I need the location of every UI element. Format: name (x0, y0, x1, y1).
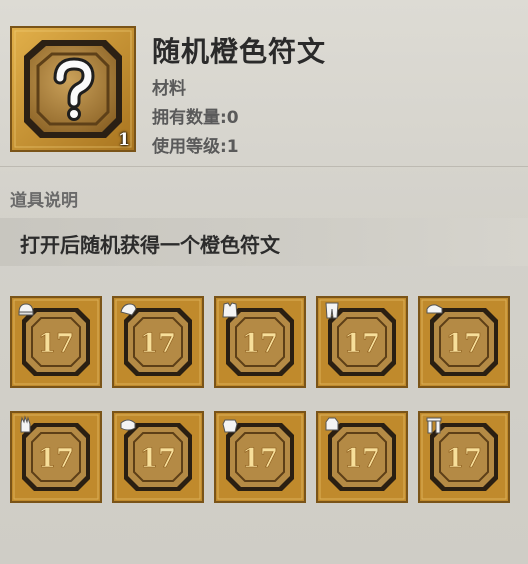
rune-slot[interactable]: 17 (10, 411, 102, 503)
pants-icon (322, 300, 342, 320)
description-label: 道具说明 (10, 191, 78, 211)
item-owned-count: 拥有数量:0 (152, 108, 239, 128)
rune-glyph: 17 (38, 444, 74, 474)
description-text: 打开后随机获得一个橙色符文 (20, 233, 280, 257)
helmet-icon (16, 300, 36, 320)
rune-glyph: 17 (38, 329, 74, 359)
rune-slot[interactable]: 17 (112, 411, 204, 503)
item-name: 随机橙色符文 (152, 35, 327, 68)
rune-slot[interactable]: 17 (316, 296, 408, 388)
rune-glyph: 17 (446, 444, 482, 474)
boots-icon (424, 300, 444, 320)
rune-slot[interactable]: 17 (214, 411, 306, 503)
item-category: 材料 (152, 79, 186, 99)
item-count: 1 (118, 130, 130, 150)
rune-grid: 17 17 17 17 17 17 17 17 17 17 (10, 296, 518, 556)
rune-slot[interactable]: 17 (214, 296, 306, 388)
belt-icon (220, 415, 240, 435)
item-tooltip-panel: 1 随机橙色符文 材料 拥有数量:0 使用等级:1 道具说明 打开后随机获得一个… (0, 0, 528, 564)
rune-glyph: 17 (242, 444, 278, 474)
rune-glyph: 17 (140, 329, 176, 359)
rune-glyph: 17 (344, 329, 380, 359)
bracer-icon (118, 415, 138, 435)
rune-glyph: 17 (140, 444, 176, 474)
rune-glyph: 17 (446, 329, 482, 359)
rune-slot[interactable]: 17 (112, 296, 204, 388)
section-divider (0, 166, 528, 167)
rune-slot[interactable]: 17 (418, 296, 510, 388)
legguard-icon (424, 415, 444, 435)
rune-glyph: 17 (242, 329, 278, 359)
glove-icon (16, 415, 36, 435)
gauntlet-icon (322, 415, 342, 435)
rune-slot[interactable]: 17 (316, 411, 408, 503)
rune-glyph: 17 (344, 444, 380, 474)
item-use-level: 使用等级:1 (152, 137, 239, 157)
chest-icon (220, 300, 240, 320)
rune-slot[interactable]: 17 (418, 411, 510, 503)
item-icon-frame[interactable]: 1 (10, 26, 136, 152)
shoulder-icon (118, 300, 138, 320)
rune-slot[interactable]: 17 (10, 296, 102, 388)
